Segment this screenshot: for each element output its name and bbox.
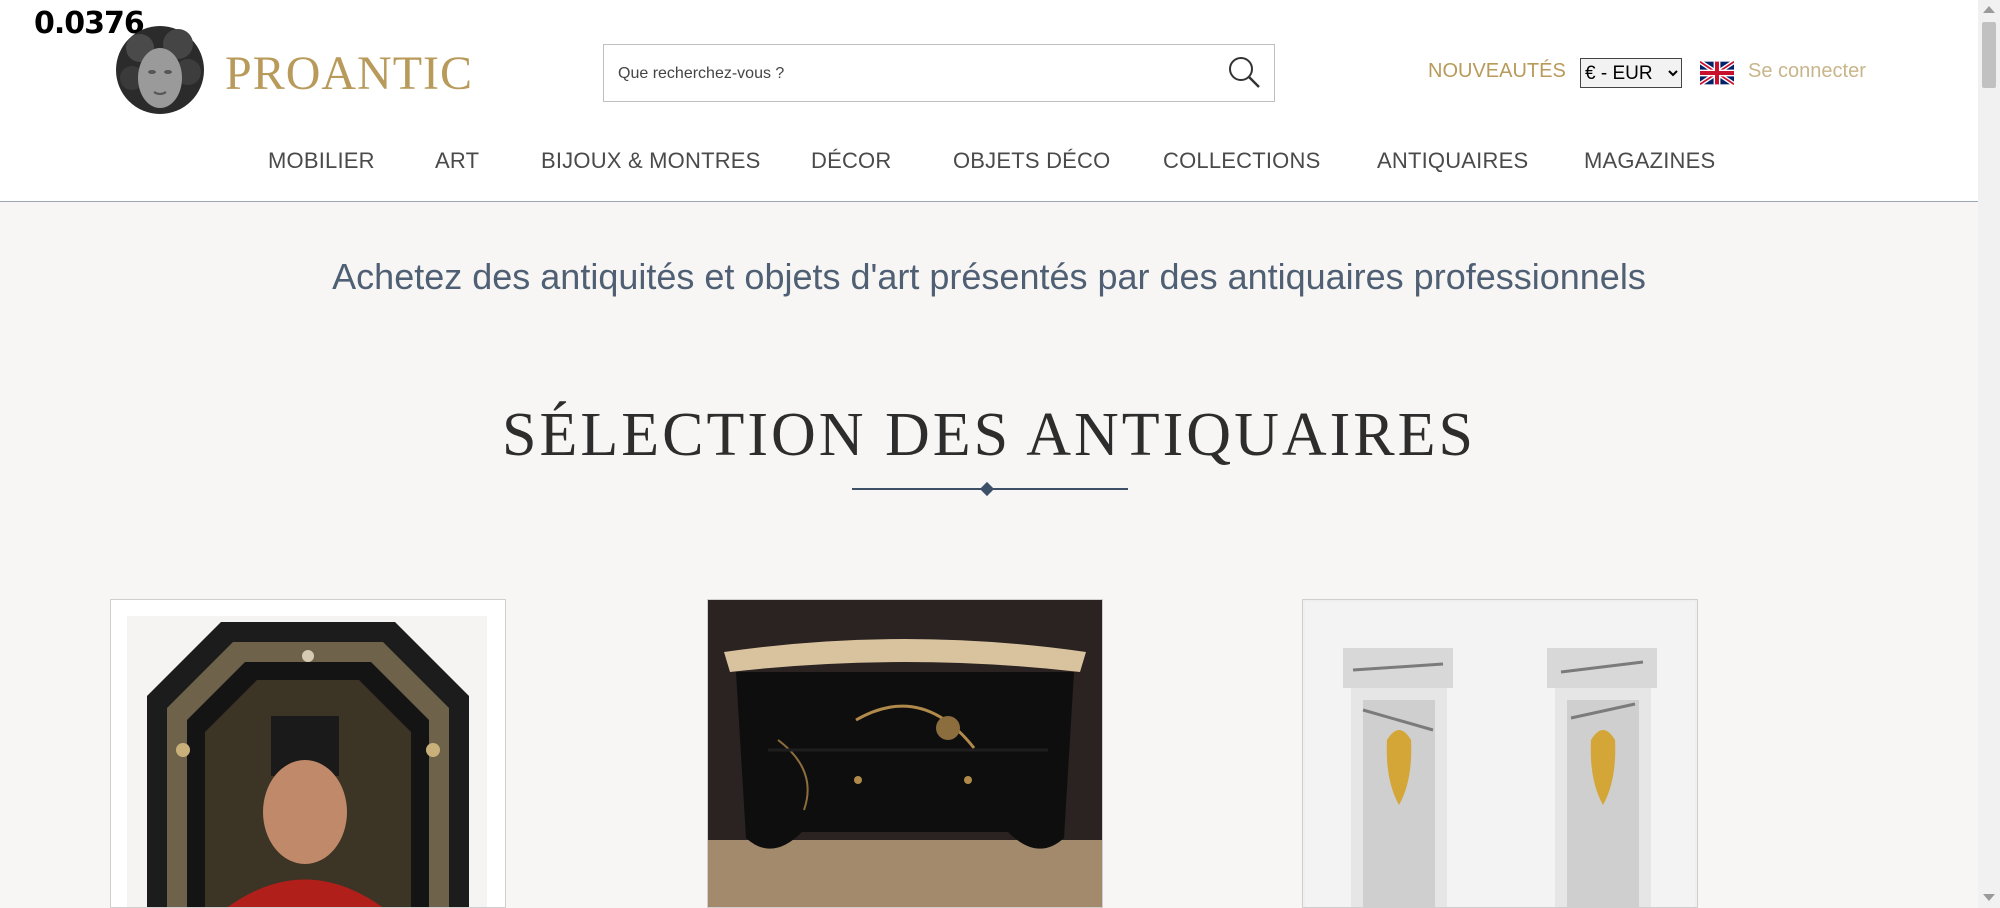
nav-item-bijoux-montres[interactable]: BIJOUX & MONTRES [541, 148, 761, 174]
scrollbar-thumb[interactable] [1982, 22, 1996, 88]
scroll-up-arrow-icon[interactable] [1983, 6, 1995, 13]
product-card-portrait[interactable] [110, 599, 506, 908]
scroll-down-arrow-icon[interactable] [1983, 894, 1995, 901]
nav-item-mobilier[interactable]: MOBILIER [268, 148, 375, 174]
currency-select[interactable]: € - EUR [1580, 58, 1682, 88]
nav-item-collections[interactable]: COLLECTIONS [1163, 148, 1320, 174]
search-box[interactable] [603, 44, 1275, 103]
section-title: SÉLECTION DES ANTIQUAIRES [502, 401, 1476, 469]
site-header: 0.0376 PROANTIC NOUVEAUTÉS € - EUR Se co… [0, 0, 1978, 202]
product-card-pedestals[interactable] [1302, 599, 1698, 908]
new-arrivals-link[interactable]: NOUVEAUTÉS [1428, 60, 1566, 83]
product-card-commode[interactable] [707, 599, 1103, 908]
product-image-pedestals[interactable] [1303, 600, 1697, 908]
logo-head-icon[interactable] [110, 18, 210, 122]
divider-diamond [979, 481, 995, 497]
nav-item-decor[interactable]: DÉCOR [811, 148, 891, 174]
nav-item-art[interactable]: ART [435, 148, 479, 174]
nav-item-magazines[interactable]: MAGAZINES [1584, 148, 1715, 174]
page-tagline: Achetez des antiquités et objets d'art p… [332, 256, 1646, 297]
search-icon[interactable] [1226, 54, 1262, 90]
nav-item-objets-deco[interactable]: OBJETS DÉCO [953, 148, 1110, 174]
login-link[interactable]: Se connecter [1748, 60, 1866, 83]
page-scrollbar[interactable] [1978, 0, 2000, 908]
logo-text[interactable]: PROANTIC [225, 46, 473, 101]
search-input[interactable] [616, 45, 1200, 103]
nav-item-antiquaires[interactable]: ANTIQUAIRES [1377, 148, 1528, 174]
product-image-commode[interactable] [708, 600, 1102, 908]
uk-flag-icon[interactable] [1700, 60, 1734, 86]
main-nav: MOBILIER ART BIJOUX & MONTRES DÉCOR OBJE… [0, 148, 1978, 178]
product-image-portrait[interactable] [111, 600, 505, 908]
